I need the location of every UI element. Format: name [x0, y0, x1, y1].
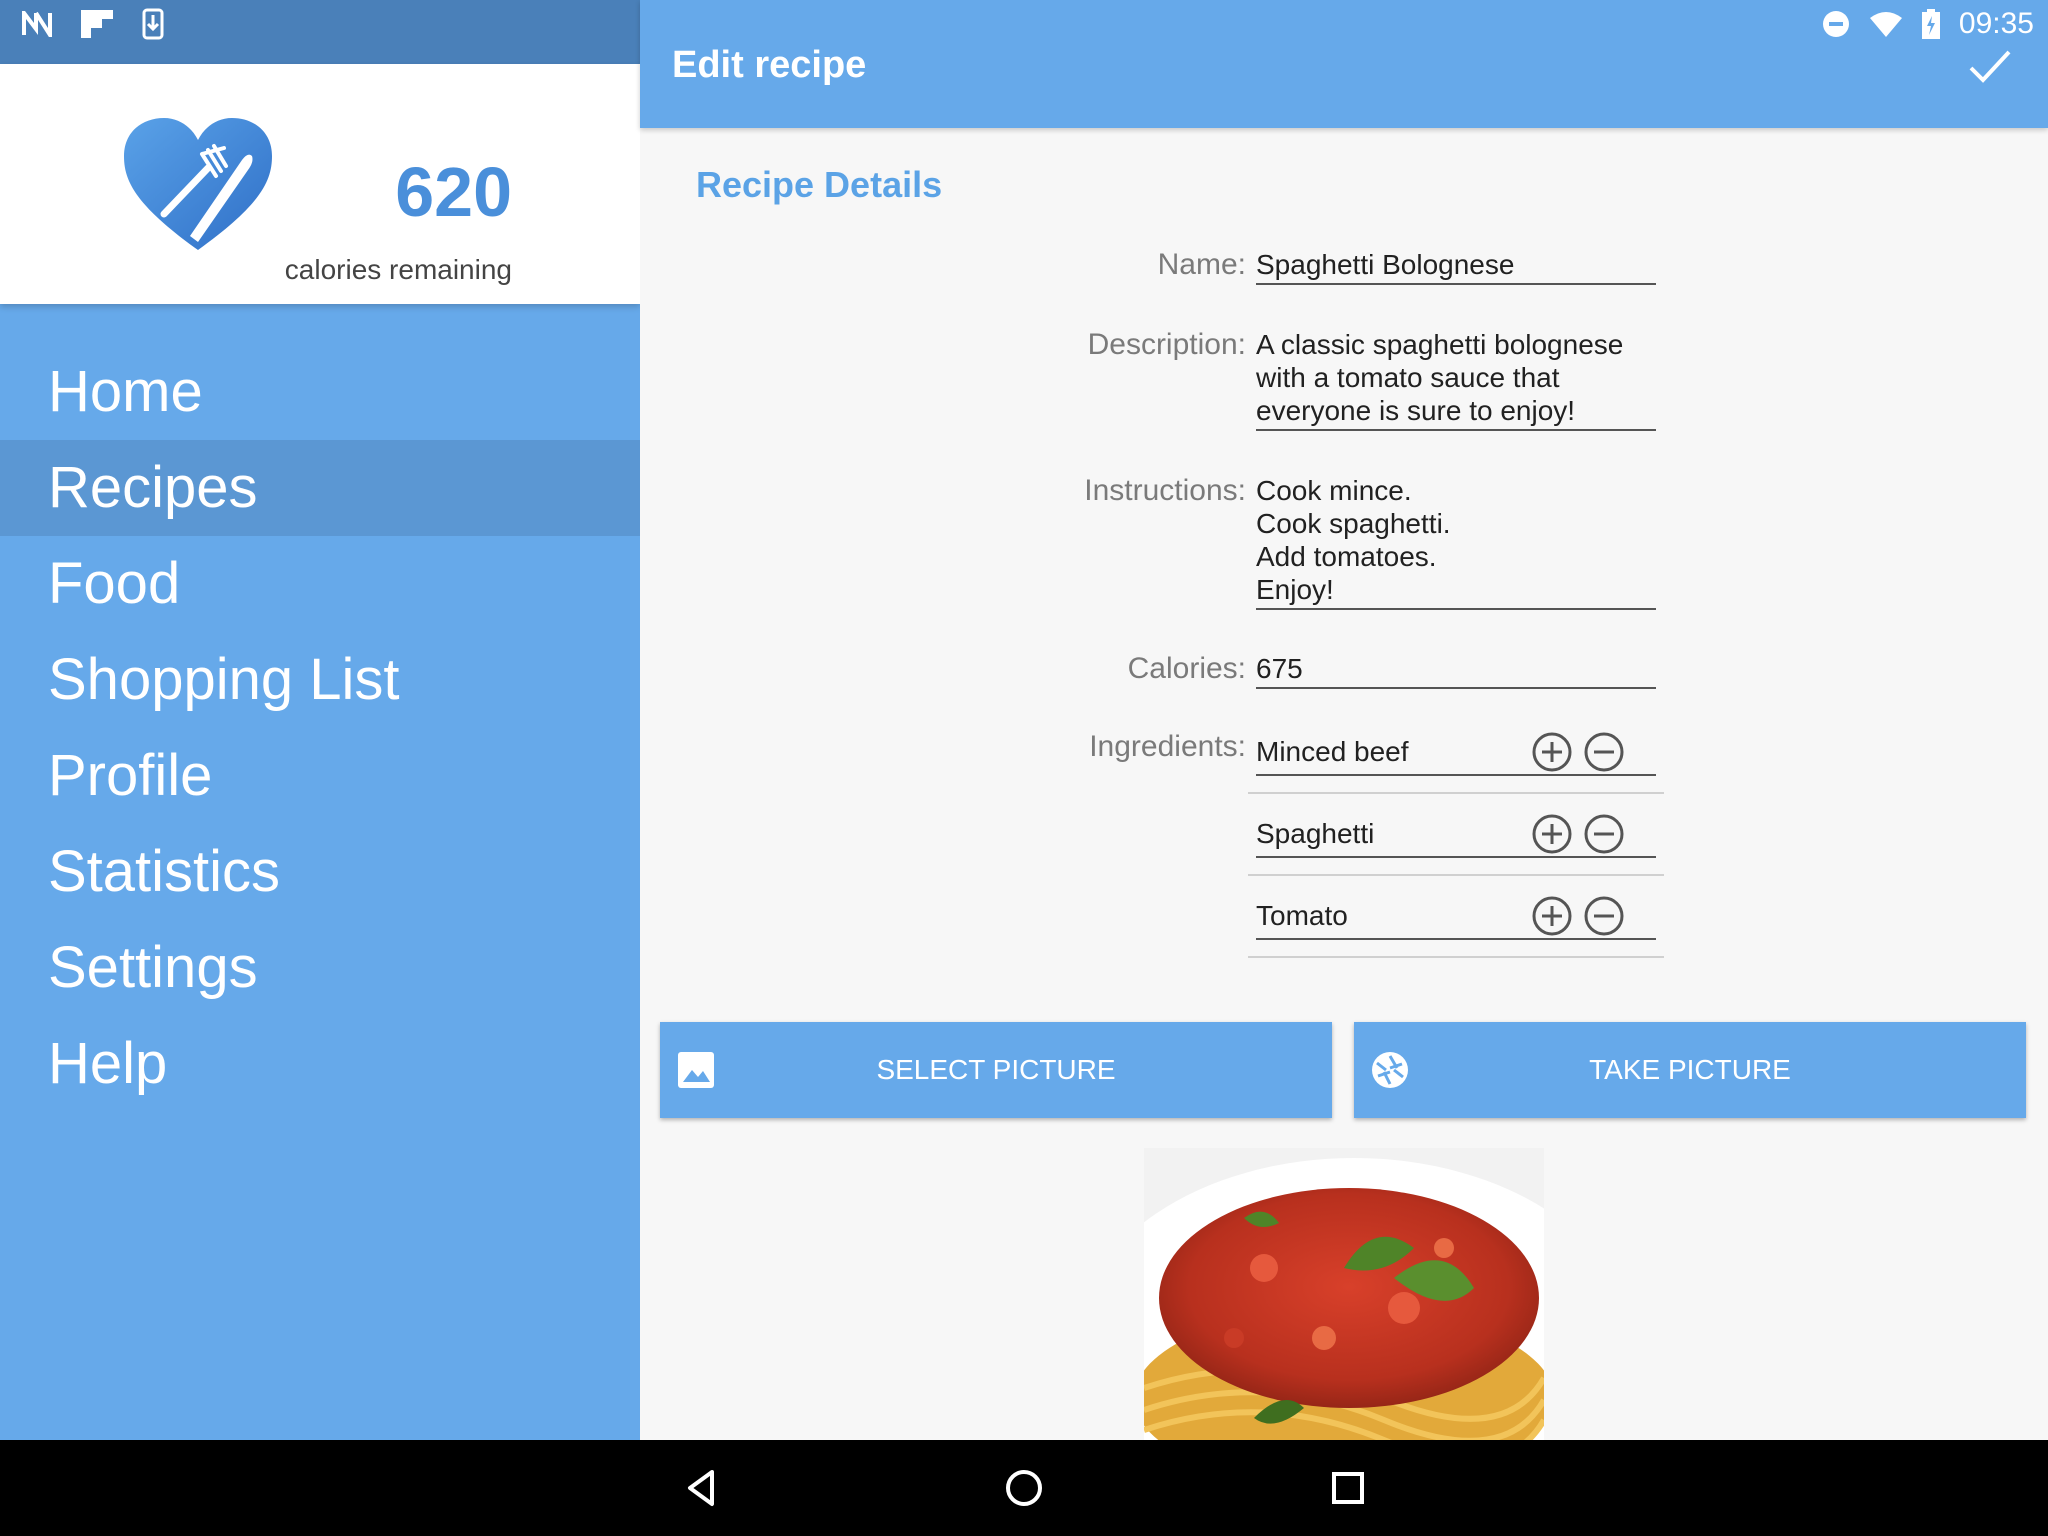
- back-icon[interactable]: [682, 1468, 722, 1508]
- do-not-disturb-icon: [1821, 9, 1851, 39]
- take-picture-label: TAKE PICTURE: [1589, 1054, 1791, 1085]
- remove-circle-icon[interactable]: [1584, 896, 1624, 936]
- instruction-line: Enjoy!: [1256, 574, 1334, 605]
- nav-item-home[interactable]: Home: [0, 344, 640, 440]
- nav-item-shopping-list[interactable]: Shopping List: [0, 632, 640, 728]
- heart-fork-knife-icon: [124, 118, 272, 250]
- recents-icon[interactable]: [1328, 1468, 1368, 1508]
- calories-remaining-label: calories remaining: [284, 254, 512, 285]
- flipboard-icon: [80, 9, 114, 39]
- select-picture-button[interactable]: SELECT PICTURE: [660, 1022, 1332, 1118]
- drawer-top-strip: [0, 48, 640, 64]
- description-field[interactable]: A classic spaghetti bolognese with a tom…: [1256, 328, 1656, 431]
- status-bar-left: [0, 0, 640, 48]
- instructions-field[interactable]: Cook mince. Cook spaghetti. Add tomatoes…: [1256, 474, 1656, 610]
- take-picture-button[interactable]: TAKE PICTURE: [1354, 1022, 2026, 1118]
- ingredients-label: Ingredients:: [1089, 730, 1246, 763]
- description-label: Description:: [1087, 328, 1246, 361]
- remove-circle-icon[interactable]: [1584, 814, 1624, 854]
- n-logo-icon: [22, 11, 52, 37]
- add-circle-icon[interactable]: [1532, 896, 1572, 936]
- description-line: with a tomato sauce that: [1256, 362, 1560, 393]
- nav-item-profile[interactable]: Profile: [0, 728, 640, 824]
- drawer-menu: Home Recipes Food Shopping List Profile …: [0, 344, 640, 1112]
- wifi-icon: [1869, 10, 1903, 38]
- select-picture-label: SELECT PICTURE: [876, 1054, 1116, 1085]
- nav-item-food[interactable]: Food: [0, 536, 640, 632]
- ingredient-field[interactable]: Minced beef: [1256, 736, 1409, 768]
- instruction-line: Cook mince.: [1256, 475, 1412, 506]
- section-title: Recipe Details: [696, 164, 943, 205]
- nav-item-settings[interactable]: Settings: [0, 920, 640, 1016]
- status-time: 09:35: [1958, 7, 2034, 40]
- description-line: A classic spaghetti bolognese: [1256, 329, 1624, 360]
- description-line: everyone is sure to enjoy!: [1256, 395, 1576, 426]
- system-navigation-bar: [0, 1440, 2048, 1536]
- page-title: Edit recipe: [672, 44, 867, 86]
- add-circle-icon[interactable]: [1532, 814, 1572, 854]
- instruction-line: Add tomatoes.: [1256, 541, 1437, 572]
- nav-item-recipes[interactable]: Recipes: [0, 440, 640, 536]
- nav-item-statistics[interactable]: Statistics: [0, 824, 640, 920]
- image-icon: [678, 1052, 714, 1088]
- check-icon[interactable]: [1968, 46, 2012, 86]
- camera-shutter-icon: [1372, 1052, 1408, 1088]
- ingredient-row: Spaghetti: [1256, 808, 1656, 858]
- recipe-photo: [1144, 1148, 1544, 1440]
- ingredient-divider: [1248, 956, 1664, 958]
- calories-remaining-value: 620: [395, 153, 512, 231]
- ingredient-row: Tomato: [1256, 890, 1656, 940]
- add-circle-icon[interactable]: [1532, 732, 1572, 772]
- remove-circle-icon[interactable]: [1584, 732, 1624, 772]
- recipe-form: Recipe Details Name: Spaghetti Bolognese…: [640, 128, 2048, 1440]
- ingredient-row: Minced beef: [1256, 726, 1656, 776]
- battery-charging-icon: [1921, 8, 1941, 40]
- home-icon[interactable]: [1004, 1468, 1044, 1508]
- drawer-header: 620 calories remaining: [0, 64, 640, 304]
- instruction-line: Cook spaghetti.: [1256, 508, 1451, 539]
- nav-item-help[interactable]: Help: [0, 1016, 640, 1112]
- navigation-drawer: 620 calories remaining Home Recipes Food…: [0, 48, 640, 1440]
- calories-label: Calories:: [1127, 652, 1246, 685]
- download-icon: [142, 8, 164, 40]
- calories-field[interactable]: 675: [1256, 652, 1656, 689]
- ingredient-divider: [1248, 792, 1664, 794]
- name-field[interactable]: Spaghetti Bolognese: [1256, 248, 1656, 285]
- ingredient-divider: [1248, 874, 1664, 876]
- ingredient-field[interactable]: Tomato: [1256, 900, 1348, 932]
- name-label: Name:: [1157, 248, 1246, 281]
- ingredient-field[interactable]: Spaghetti: [1256, 818, 1374, 850]
- instructions-label: Instructions:: [1084, 474, 1246, 507]
- status-bar-right: 09:35: [1821, 0, 2048, 48]
